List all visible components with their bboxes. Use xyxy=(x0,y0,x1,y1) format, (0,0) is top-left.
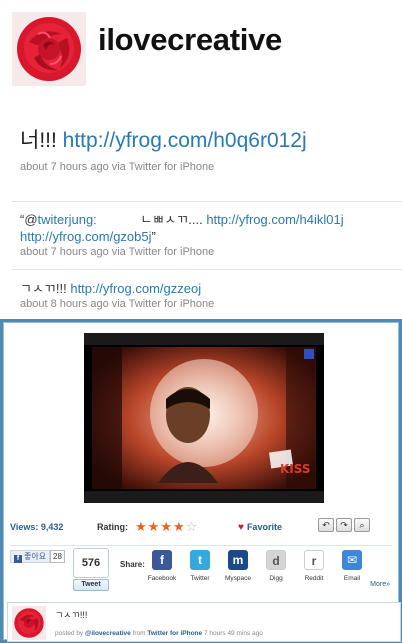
views-label: Views: xyxy=(10,522,39,532)
video-watermark: KISS xyxy=(280,462,311,476)
rating-label: Rating: xyxy=(97,522,128,532)
share-label-text: Reddit xyxy=(304,575,324,582)
comment-user-link[interactable]: @ilovecreative xyxy=(85,630,131,637)
reply-arrow-icon[interactable]: ↶ xyxy=(318,518,334,532)
tweet-link[interactable]: http://yfrog.com/h0q6r012j xyxy=(63,129,307,152)
tweet-link[interactable]: http://yfrog.com/gzzeoj xyxy=(70,281,201,296)
twitter-icon: t xyxy=(190,550,210,570)
comment-text: ㄱㅅㄲ!!! xyxy=(55,610,88,620)
video-frame-image: KISS xyxy=(84,333,324,503)
facebook-icon: f xyxy=(152,550,172,570)
facebook-like-button[interactable]: f 좋아요 xyxy=(10,550,51,563)
tweet-meta: about 8 hours ago via Twitter for iPhone xyxy=(20,298,215,310)
profile-header: ilovecreative xyxy=(12,12,402,88)
heart-icon: ♥ xyxy=(238,522,244,533)
avatar[interactable] xyxy=(12,606,46,640)
tweet-text: ㄱㅅㄲ!!! xyxy=(20,281,67,296)
media-embed: KISS Views: 9,432 Rating: ★★★★☆ ♥ Favorit… xyxy=(0,319,402,643)
star-icon[interactable]: ★ xyxy=(148,519,161,534)
star-icon[interactable]: ★ xyxy=(173,519,186,534)
share-myspace-button[interactable]: m Myspace xyxy=(220,550,256,582)
like-label: 좋아요 xyxy=(24,552,47,561)
digg-icon: d xyxy=(266,550,286,570)
tweet-count: 576 xyxy=(73,548,109,578)
tweet-item: ㄱㅅㄲ!!! http://yfrog.com/gzzeoj about 8 h… xyxy=(20,280,398,310)
tweet-button-label: Tweet xyxy=(81,581,101,588)
profile-name[interactable]: ilovecreative xyxy=(98,22,282,58)
share-label: Share: xyxy=(120,560,145,569)
more-link[interactable]: More» xyxy=(370,581,390,588)
share-label-text: Email xyxy=(343,575,361,582)
comment-client-link[interactable]: Twitter for iPhone xyxy=(147,630,202,637)
favorite-button[interactable]: ♥ Favorite xyxy=(238,522,282,533)
share-reddit-button[interactable]: r Reddit xyxy=(296,550,332,582)
share-facebook-button[interactable]: f Facebook xyxy=(144,550,180,582)
tweet-button[interactable]: Tweet xyxy=(73,579,109,591)
views-count: 9,432 xyxy=(40,522,64,532)
star-icon[interactable]: ☆ xyxy=(186,519,199,534)
star-icon[interactable]: ★ xyxy=(135,519,148,534)
share-twitter-button[interactable]: t Twitter xyxy=(182,550,218,582)
video-player[interactable]: KISS xyxy=(84,333,324,503)
comment-meta: posted by @ilovecreative from Twitter fo… xyxy=(55,630,263,637)
divider xyxy=(12,269,402,270)
share-digg-button[interactable]: d Digg xyxy=(258,550,294,582)
share-label-text: Facebook xyxy=(147,575,177,582)
main-tweet: 너!!! http://yfrog.com/h0q6r012j about 7 … xyxy=(20,127,390,173)
share-label-text: Myspace xyxy=(224,575,251,582)
share-email-button[interactable]: ✉ Email xyxy=(334,550,370,582)
star-icon[interactable]: ★ xyxy=(160,519,173,534)
quote-close: ” xyxy=(151,229,156,244)
reddit-icon: r xyxy=(304,550,324,570)
like-count: 28 xyxy=(50,550,65,563)
tweet-link[interactable]: http://yfrog.com/h4ikl01j xyxy=(206,212,343,227)
stats-row: Views: 9,432 Rating: ★★★★☆ ♥ Favorite ↶ ↷… xyxy=(10,518,394,536)
avatar[interactable] xyxy=(12,12,86,86)
rose-avatar-image xyxy=(12,606,46,640)
share-label-text: Digg xyxy=(269,575,283,582)
divider xyxy=(10,545,392,546)
rose-avatar-image xyxy=(12,12,86,86)
tweet-meta: about 7 hours ago via Twitter for iPhone xyxy=(20,246,215,258)
zoom-icon[interactable]: ⌕ xyxy=(354,518,370,532)
rating-stars[interactable]: ★★★★☆ xyxy=(135,519,198,535)
tweet-link[interactable]: http://yfrog.com/gzob5j xyxy=(20,229,152,244)
mention-link[interactable]: twiterjung: xyxy=(38,212,97,227)
tweet-text: 너!!! xyxy=(20,129,57,152)
email-icon: ✉ xyxy=(342,550,362,570)
tweet-text: ㄴㅃㅅㄲ.... xyxy=(140,212,203,227)
comment-box: ㄱㅅㄲ!!! posted by @ilovecreative from Twi… xyxy=(7,602,401,642)
forward-arrow-icon[interactable]: ↷ xyxy=(336,518,352,532)
tweet-meta: about 7 hours ago via Twitter for iPhone xyxy=(20,161,215,173)
divider xyxy=(12,201,402,202)
tweet-item: “@twiterjung: ㄴㅃㅅㄲ.... http://yfrog.com/… xyxy=(20,211,398,258)
facebook-icon: f xyxy=(14,555,22,563)
share-label-text: Twitter xyxy=(190,575,210,582)
favorite-label: Favorite xyxy=(246,522,282,532)
media-panel: KISS Views: 9,432 Rating: ★★★★☆ ♥ Favorit… xyxy=(3,322,401,642)
myspace-icon: m xyxy=(228,550,248,570)
quote-open: “@ xyxy=(20,212,38,227)
